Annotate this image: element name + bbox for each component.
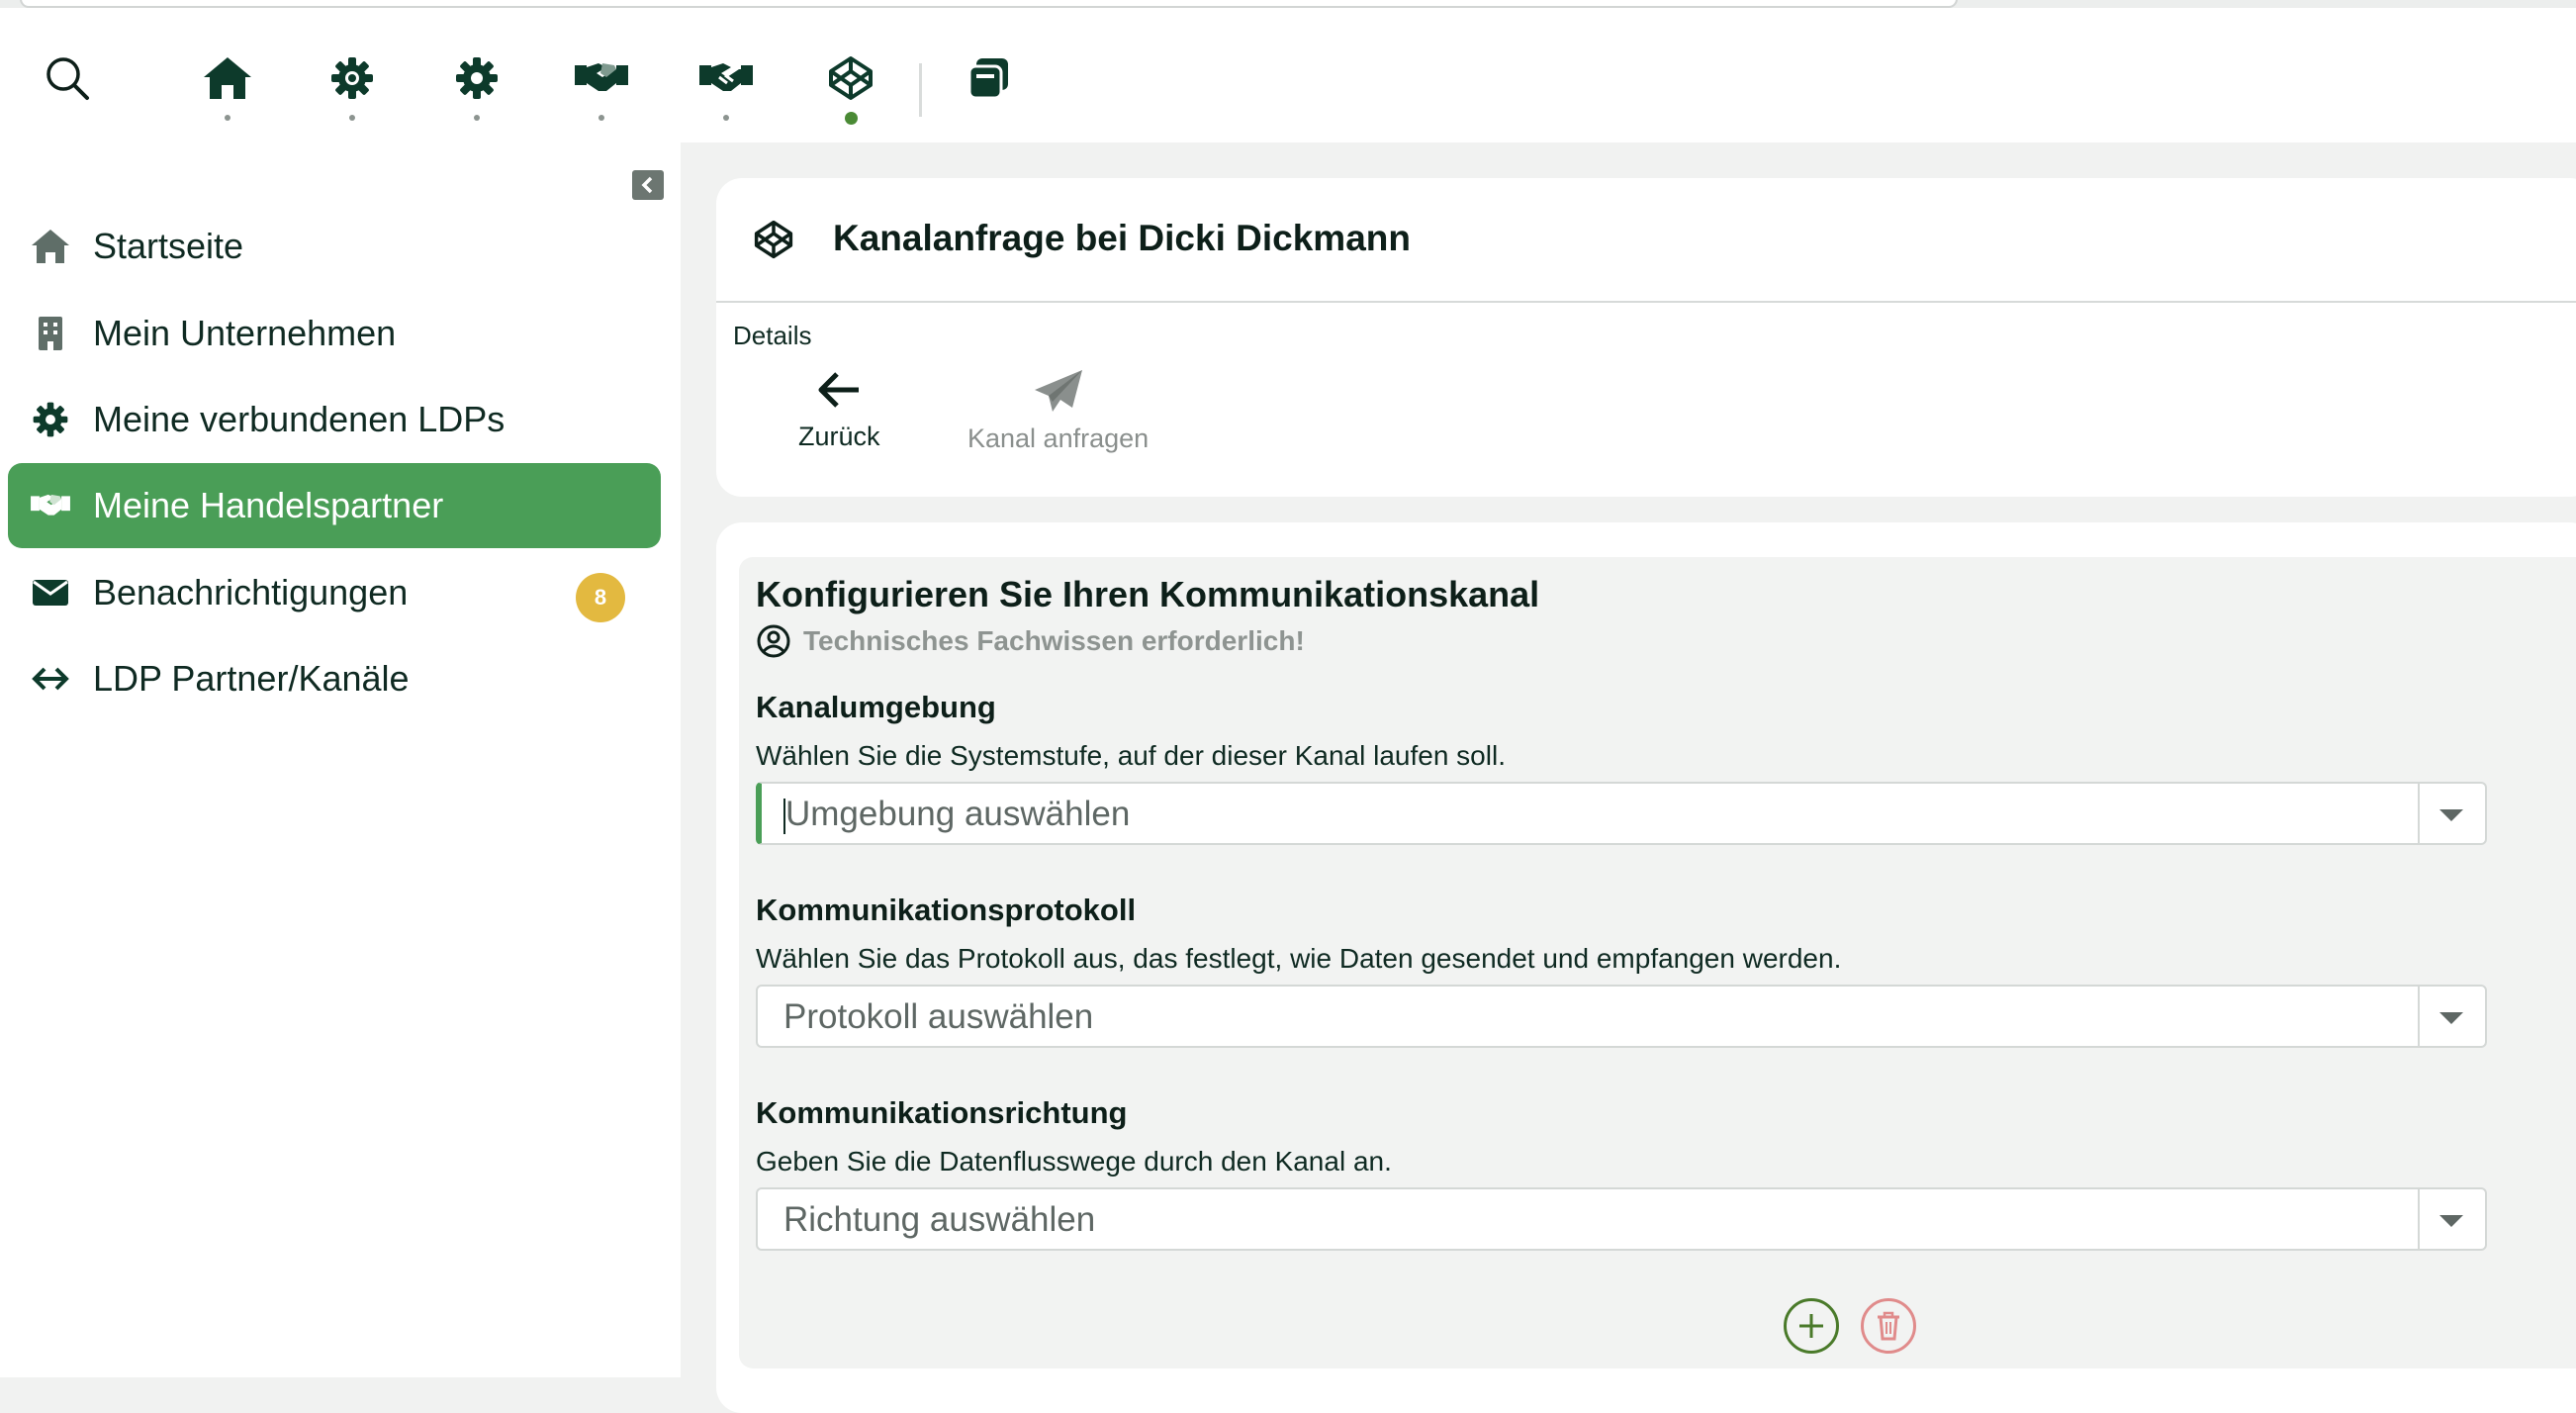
plus-icon [1799,1314,1823,1338]
nav-dot [474,115,480,121]
form-title: Konfigurieren Sie Ihren Kommunikationska… [756,574,1540,614]
sidebar-collapse-button[interactable] [632,170,664,200]
sidebar-item-ldps[interactable]: Meine verbundenen LDPs [8,377,661,462]
back-button-label: Zurück [798,422,880,451]
chevron-left-icon [641,176,653,194]
topnav-channels[interactable] [821,55,880,135]
environment-field-description: Wählen Sie die Systemstufe, auf der dies… [756,740,1506,771]
chevron-down-icon[interactable] [2439,809,2463,821]
request-channel-button[interactable]: Kanal anfragen [967,368,1149,454]
sidebar: Startseite Mein Unternehmen Meine verbun… [0,142,681,1377]
topnav-partners[interactable] [571,55,632,135]
protocol-select-placeholder: Protokoll auswählen [783,997,1094,1036]
protocol-field-title: Kommunikationsprotokoll [756,893,1137,927]
sidebar-item-label: LDP Partner/Kanäle [93,658,410,699]
select-divider [2418,987,2420,1046]
delete-button[interactable] [1861,1298,1916,1354]
address-bar[interactable] [20,0,1958,8]
topnav-separator [919,63,922,117]
sidebar-item-benachrichtigungen[interactable]: Benachrichtigungen 8 [8,550,661,635]
handshake-outline-icon [699,63,753,91]
chevron-down-icon[interactable] [2439,1012,2463,1024]
sidebar-item-startseite[interactable]: Startseite [8,204,661,289]
chevron-down-icon[interactable] [2439,1215,2463,1227]
protocol-field-description: Wählen Sie das Protokoll aus, das festle… [756,943,1842,974]
protocol-select[interactable]: Protokoll auswählen [756,985,2487,1048]
notification-count-badge: 8 [576,573,625,622]
home-icon [26,222,75,271]
topnav-settings[interactable] [447,55,506,135]
topnav-documents[interactable] [960,55,1019,135]
expertise-warning: Technisches Fachwissen erforderlich! [756,623,1305,659]
sidebar-item-partner-kanaele[interactable]: LDP Partner/Kanäle [8,636,661,721]
sidebar-item-handelspartner[interactable]: Meine Handelspartner [8,463,661,548]
topnav-ldp-config[interactable] [322,55,382,135]
add-button[interactable] [1784,1298,1839,1354]
environment-select[interactable]: Umgebung auswählen [756,782,2487,845]
home-icon [204,57,251,99]
gear-cog-icon [331,57,373,99]
request-channel-label: Kanal anfragen [967,424,1150,453]
arrow-left-icon [818,372,860,408]
nav-dot [598,115,604,121]
sidebar-item-label: Meine verbundenen LDPs [93,399,506,439]
arrows-icon [26,654,75,704]
handshake-icon [26,481,75,530]
nav-dot-active [844,112,858,125]
nav-dot [349,115,355,121]
direction-field-description: Geben Sie die Datenflusswege durch den K… [756,1146,1392,1177]
select-divider [2418,1189,2420,1249]
page-title: Kanalanfrage bei Dicki Dickmann [833,218,1411,258]
cube-icon [829,56,873,100]
paper-plane-icon [1034,370,1082,412]
search-button[interactable] [38,55,97,135]
environment-select-placeholder: Umgebung auswählen [783,795,1131,834]
search-icon [46,57,89,100]
channel-request-header: Kanalanfrage bei Dicki Dickmann Details … [716,178,2576,497]
gear-icon [26,395,75,444]
handshake-icon [575,63,628,91]
envelope-icon [26,568,75,617]
environment-field-title: Kanalumgebung [756,690,996,724]
cube-icon [754,220,793,259]
browser-strip [0,0,2576,8]
sidebar-item-label: Mein Unternehmen [93,313,397,353]
trash-icon [1878,1311,1899,1341]
warning-text: Technisches Fachwissen erforderlich! [803,625,1305,656]
sidebar-item-label: Startseite [93,226,244,266]
building-icon [26,309,75,358]
sidebar-item-label: Benachrichtigungen [93,572,409,612]
topnav-home[interactable] [198,55,257,135]
nav-dot [225,115,230,121]
direction-select-placeholder: Richtung auswählen [783,1200,1096,1239]
header-title-row: Kanalanfrage bei Dicki Dickmann [716,178,2576,303]
documents-icon [967,58,1008,100]
select-divider [2418,784,2420,843]
details-label: Details [733,321,812,350]
direction-field-title: Kommunikationsrichtung [756,1095,1128,1130]
sidebar-item-unternehmen[interactable]: Mein Unternehmen [8,291,661,376]
direction-select[interactable]: Richtung auswählen [756,1187,2487,1251]
back-button[interactable]: Zurück [798,368,880,452]
user-circle-icon [757,624,790,658]
gear-icon [456,57,498,99]
nav-dot [723,115,729,121]
sidebar-item-label: Meine Handelspartner [93,485,444,525]
topnav-partners-alt[interactable] [695,55,757,135]
top-navigation [0,8,2576,142]
